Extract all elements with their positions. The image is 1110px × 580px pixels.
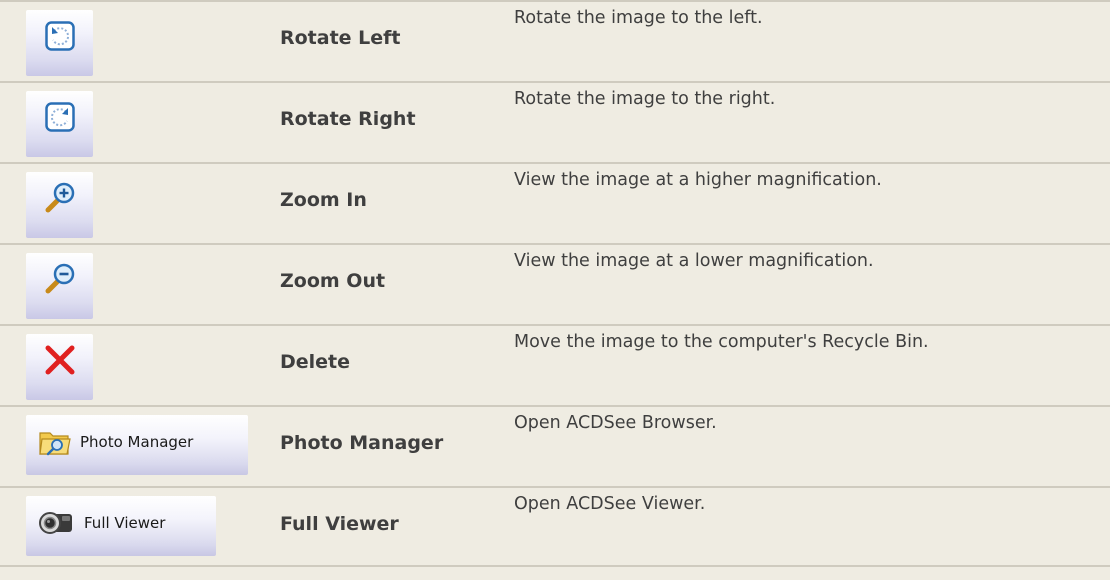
- tool-description: Open ACDSee Viewer.: [514, 494, 706, 514]
- table-row: Rotate Left Rotate the image to the left…: [0, 0, 1110, 81]
- table-row: Rotate Right Rotate the image to the rig…: [0, 81, 1110, 162]
- rotate-right-icon: [44, 102, 75, 132]
- tool-description: Move the image to the computer's Recycle…: [514, 332, 929, 352]
- tool-name: Photo Manager: [280, 432, 444, 454]
- rotate-left-icon: [44, 21, 75, 51]
- tool-name: Rotate Right: [280, 108, 416, 130]
- toolbar-buttons-table: Rotate Left Rotate the image to the left…: [0, 0, 1110, 567]
- tool-description: View the image at a lower magnification.: [514, 251, 874, 271]
- tool-name: Full Viewer: [280, 513, 399, 535]
- photo-manager-button[interactable]: Photo Manager: [26, 415, 248, 475]
- zoom-in-button[interactable]: [26, 172, 93, 238]
- zoom-in-icon: [45, 182, 74, 213]
- table-row: Zoom In View the image at a higher magni…: [0, 162, 1110, 243]
- table-row: Full Viewer Full Viewer Open ACDSee View…: [0, 486, 1110, 567]
- tool-description: View the image at a higher magnification…: [514, 170, 882, 190]
- photo-manager-icon: [39, 432, 71, 456]
- zoom-out-icon: [45, 263, 74, 294]
- tool-name: Delete: [280, 351, 351, 373]
- photo-manager-button-label: Photo Manager: [80, 433, 194, 451]
- tool-name: Zoom In: [280, 189, 367, 211]
- tool-name: Zoom Out: [280, 270, 386, 292]
- delete-button[interactable]: [26, 334, 93, 400]
- table-row: Photo Manager Photo Manager Open ACDSee …: [0, 405, 1110, 486]
- rotate-right-button[interactable]: [26, 91, 93, 157]
- full-viewer-button-label: Full Viewer: [84, 514, 166, 532]
- tool-description: Rotate the image to the right.: [514, 89, 776, 109]
- tool-description: Rotate the image to the left.: [514, 8, 763, 28]
- rotate-left-button[interactable]: [26, 10, 93, 76]
- zoom-out-button[interactable]: [26, 253, 93, 319]
- tool-description: Open ACDSee Browser.: [514, 413, 717, 433]
- full-viewer-icon: [39, 512, 72, 534]
- tool-name: Rotate Left: [280, 27, 401, 49]
- delete-icon: [45, 345, 74, 375]
- table-row: Delete Move the image to the computer's …: [0, 324, 1110, 405]
- table-row: Zoom Out View the image at a lower magni…: [0, 243, 1110, 324]
- full-viewer-button[interactable]: Full Viewer: [26, 496, 216, 556]
